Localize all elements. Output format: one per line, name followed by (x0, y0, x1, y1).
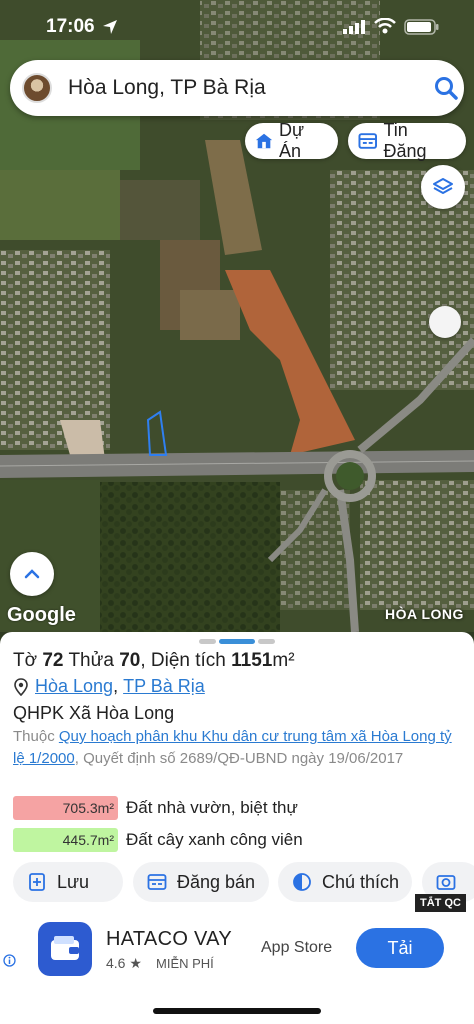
battery-icon (404, 19, 439, 35)
description-suffix: , Quyết định số 2689/QĐ-UBND ngày 19/06/… (74, 750, 404, 767)
close-ad-button[interactable]: TẮT QC (415, 894, 466, 912)
sheet-handle-active[interactable] (219, 639, 255, 644)
search-query[interactable]: Hòa Long, TP Bà Rịa (68, 76, 266, 100)
wallet-icon (51, 936, 79, 960)
map-place-label: HÒA LONG (385, 606, 464, 622)
post-for-sale-button[interactable]: Đăng bán (133, 862, 269, 902)
home-icon (255, 133, 273, 149)
home-indicator[interactable] (153, 1008, 321, 1014)
wifi-icon (374, 18, 396, 34)
contrast-icon (293, 873, 311, 891)
post-button-label: Đăng bán (177, 871, 256, 892)
parcel-info-sheet: Tờ 72 Thửa 70, Diện tích 1151m² Hòa Long… (0, 632, 474, 914)
description-prefix: Thuộc (13, 728, 59, 745)
status-bar: 17:06 (0, 0, 474, 56)
legend-button-label: Chú thích (322, 871, 400, 892)
ad-price: MIỄN PHÍ (156, 956, 214, 971)
ward-link[interactable]: Hòa Long (35, 676, 113, 697)
bookmark-add-icon (29, 873, 45, 891)
parcel-address: Hòa Long, TP Bà Rịa (13, 676, 205, 697)
save-button-label: Lưu (57, 871, 90, 892)
info-icon[interactable] (3, 954, 16, 967)
parcel-sheet-number: 72 (42, 650, 64, 671)
parcel-summary: Tờ 72 Thửa 70, Diện tích 1151m² (13, 650, 295, 671)
city-link[interactable]: TP Bà Rịa (123, 676, 205, 697)
sheet-handle[interactable] (199, 639, 216, 644)
land-use-row: 445.7m² Đất cây xanh công viên (13, 827, 303, 853)
avatar[interactable] (22, 73, 52, 103)
chip-listings-label: Tin Đăng (383, 120, 427, 161)
chevron-up-icon (24, 569, 40, 579)
plan-description: Thuộc Quy hoạch phân khu Khu dân cư trun… (13, 726, 463, 770)
chip-projects-label: Dự Án (279, 120, 305, 161)
google-attribution: Google (7, 604, 76, 626)
status-time: 17:06 (46, 16, 95, 37)
parcel-area-value: 1151 (231, 650, 273, 671)
zone-title: QHPK Xã Hòa Long (13, 703, 175, 723)
save-button[interactable]: Lưu (13, 862, 123, 902)
app-icon[interactable] (38, 922, 92, 976)
parcel-area-unit: m² (272, 650, 295, 671)
layers-button[interactable] (421, 165, 465, 209)
ad-rating: 4.6 ★ (106, 955, 142, 971)
parcel-sheet-label: Tờ (13, 650, 38, 671)
listing-icon (358, 133, 377, 149)
chip-listings[interactable]: Tin Đăng (348, 120, 466, 161)
cellular-signal-icon (343, 20, 365, 34)
chip-projects[interactable]: Dự Án (245, 120, 338, 161)
listing-icon (147, 874, 167, 890)
search-icon[interactable] (432, 74, 460, 102)
land-use-label: Đất cây xanh công viên (126, 830, 303, 849)
search-bar[interactable]: Hòa Long, TP Bà Rịa (10, 60, 464, 116)
address-separator: , (113, 676, 119, 696)
home-area (0, 988, 474, 1024)
expand-sheet-button[interactable] (10, 552, 54, 596)
land-use-area: 445.7m² (13, 828, 118, 852)
location-pin-icon (14, 677, 28, 696)
ad-store: App Store (261, 939, 333, 956)
camera-add-icon (436, 875, 456, 890)
ad-app-name: HATACO VAY (106, 928, 232, 950)
layers-icon (433, 178, 453, 194)
legend-button[interactable]: Chú thích (278, 862, 412, 902)
location-arrow-icon (103, 20, 117, 34)
parcel-lot-label: Thửa (68, 650, 114, 671)
land-use-row: 705.3m² Đất nhà vườn, biệt thự (13, 795, 298, 821)
land-use-label: Đất nhà vườn, biệt thự (126, 798, 298, 817)
parcel-area-label: Diện tích (150, 650, 226, 671)
ad-banner[interactable]: HATACO VAY 4.6 ★ MIỄN PHÍ App Store Tải (0, 914, 474, 988)
install-button[interactable]: Tải (356, 928, 444, 968)
map-marker-button[interactable] (429, 306, 461, 338)
parcel-lot-number: 70 (119, 650, 141, 671)
land-use-area: 705.3m² (13, 796, 118, 820)
sheet-handle[interactable] (258, 639, 275, 644)
